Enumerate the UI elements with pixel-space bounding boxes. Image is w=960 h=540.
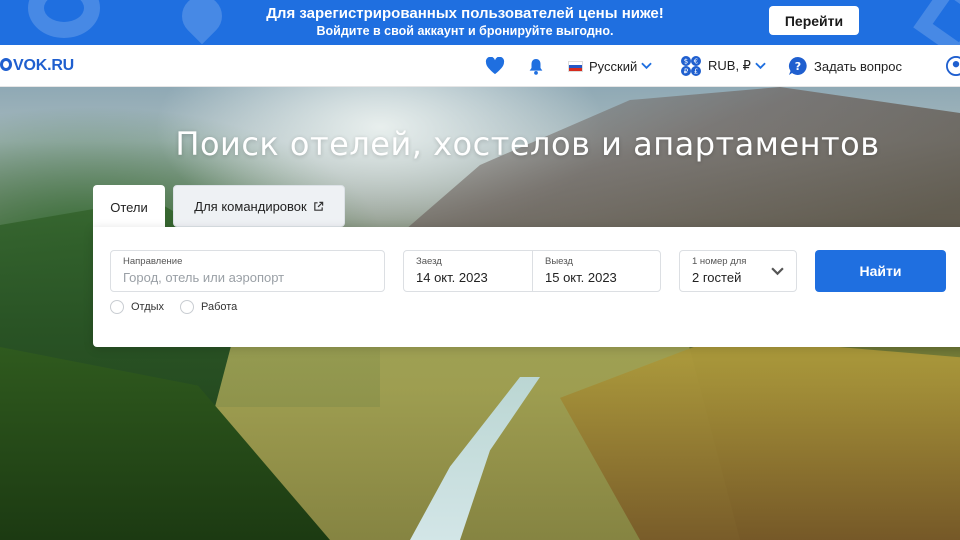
logo-mark-icon [0, 58, 12, 71]
chevron-down-icon [641, 62, 652, 70]
external-link-icon [313, 201, 323, 211]
ask-question-button[interactable]: ? Задать вопрос [788, 45, 918, 87]
svg-text:$: $ [684, 58, 688, 66]
promo-banner: Для зарегистрированных пользователей цен… [0, 0, 960, 45]
site-logo[interactable]: VOK.RU [0, 57, 74, 75]
ask-question-label: Задать вопрос [814, 58, 902, 74]
tab-hotels-label: Отели [110, 200, 148, 215]
tab-business-label: Для командировок [194, 198, 307, 214]
currency-label: RUB, ₽ [708, 58, 751, 73]
checkin-field[interactable]: Заезд 14 окт. 2023 [403, 250, 533, 292]
checkout-label: Выезд [545, 256, 573, 267]
user-account-button[interactable] [946, 45, 960, 87]
tab-hotels[interactable]: Отели [93, 185, 165, 230]
search-card: Направление Город, отель или аэропорт За… [93, 227, 960, 347]
radio-circle-icon [180, 300, 194, 314]
tab-business-trips[interactable]: Для командировок [173, 185, 345, 227]
trip-type-rest-radio[interactable]: Отдых [110, 300, 164, 314]
currency-selector[interactable]: $ € ₽ £ RUB, ₽ [680, 45, 772, 87]
guests-selector[interactable]: 1 номер для 2 гостей [679, 250, 797, 292]
chevron-down-icon [771, 267, 784, 276]
checkout-value: 15 окт. 2023 [545, 270, 617, 285]
find-button[interactable]: Найти [815, 250, 946, 292]
hero-title: Поиск отелей, хостелов и апартаментов [175, 125, 880, 163]
hero-section: Поиск отелей, хостелов и апартаментов От… [0, 87, 960, 540]
destination-label: Направление [123, 256, 183, 267]
checkin-label: Заезд [416, 256, 442, 267]
svg-text:?: ? [795, 60, 801, 73]
checkout-field[interactable]: Выезд 15 окт. 2023 [532, 250, 661, 292]
destination-placeholder: Город, отель или аэропорт [123, 270, 285, 285]
checkin-value: 14 окт. 2023 [416, 270, 488, 285]
svg-text:£: £ [694, 68, 698, 76]
promo-go-button[interactable]: Перейти [769, 6, 859, 35]
bell-icon [529, 58, 543, 75]
help-icon: ? [788, 56, 807, 75]
radio-circle-icon [110, 300, 124, 314]
currency-icon: $ € ₽ £ [681, 56, 701, 76]
language-selector[interactable]: Русский [568, 45, 663, 87]
flag-icon [568, 60, 583, 72]
heart-icon [485, 57, 505, 75]
svg-text:€: € [694, 58, 698, 66]
logo-text: VOK.RU [13, 57, 75, 74]
user-icon [946, 56, 960, 76]
favorites-button[interactable] [484, 45, 506, 87]
trip-type-rest-label: Отдых [131, 301, 165, 313]
chevron-down-icon [755, 62, 766, 70]
site-header: VOK.RU Русский $ € ₽ £ RUB, ₽ ? Задать в… [0, 45, 960, 87]
destination-field[interactable]: Направление Город, отель или аэропорт [110, 250, 385, 292]
notifications-button[interactable] [525, 45, 547, 87]
trip-type-work-label: Работа [201, 301, 238, 313]
language-label: Русский [589, 58, 638, 74]
trip-type-work-radio[interactable]: Работа [180, 300, 237, 314]
guests-label: 1 номер для [692, 256, 747, 267]
svg-text:₽: ₽ [684, 68, 689, 76]
